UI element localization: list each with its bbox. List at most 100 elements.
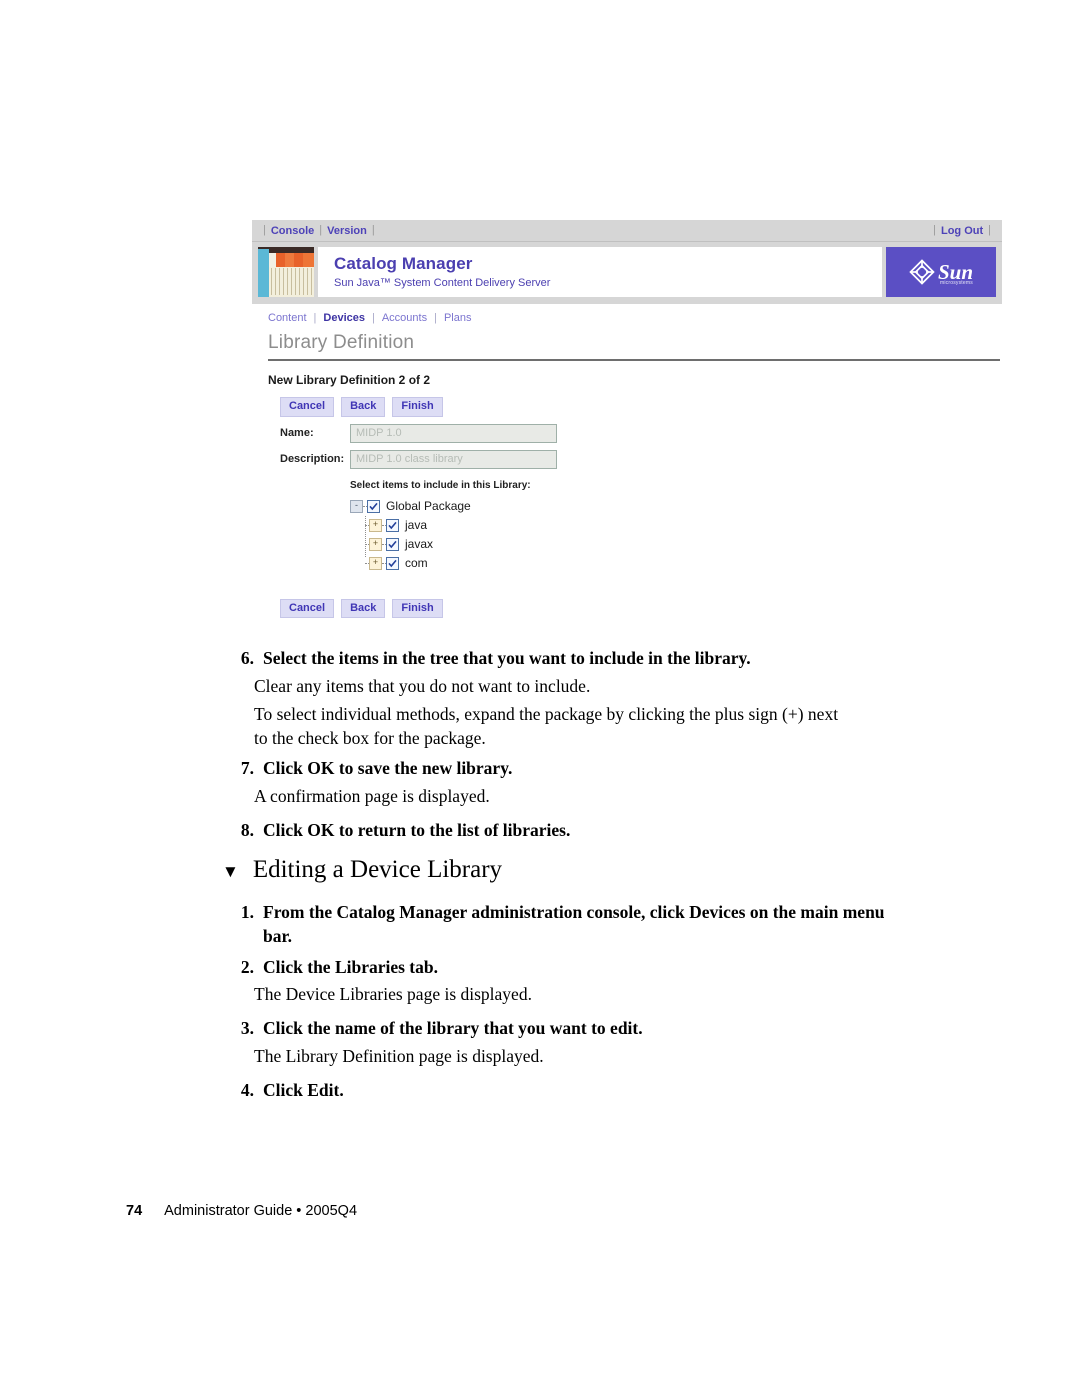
tree-label-global-package: Global Package bbox=[386, 499, 471, 514]
console-link[interactable]: Console bbox=[271, 225, 314, 237]
separator-bar: | bbox=[263, 224, 266, 236]
footer-text: Administrator Guide • 2005Q4 bbox=[164, 1203, 358, 1219]
triangle-marker-icon: ▼ bbox=[222, 862, 239, 881]
version-link[interactable]: Version bbox=[327, 225, 367, 237]
name-label: Name: bbox=[280, 427, 314, 440]
back-button-top[interactable]: Back bbox=[341, 397, 386, 417]
step-text-line-1: From the Catalog Manager administration … bbox=[263, 902, 839, 922]
step-7: 7. Click OK to save the new library. bbox=[224, 756, 924, 780]
separator-bar: | bbox=[313, 312, 317, 324]
menu-item-accounts[interactable]: Accounts bbox=[382, 312, 427, 324]
separator-bar: | bbox=[933, 224, 936, 236]
step-number: 1. bbox=[240, 902, 254, 922]
step-text: Click OK to save the new library. bbox=[263, 758, 513, 778]
app-top-bar: | Console | Version | | Log Out | bbox=[252, 220, 1002, 242]
step-4: 4. Click Edit. bbox=[224, 1078, 924, 1102]
tree-item-javax[interactable]: + javax bbox=[350, 535, 1002, 554]
step-text: From the Catalog Manager administration … bbox=[263, 900, 914, 948]
check-icon bbox=[388, 559, 397, 567]
menu-item-plans[interactable]: Plans bbox=[444, 312, 472, 324]
expand-toggle-icon[interactable]: + bbox=[369, 556, 382, 570]
checkbox-global-package[interactable] bbox=[367, 499, 380, 513]
step-8: 8. Click OK to return to the list of lib… bbox=[224, 818, 924, 842]
tree-label-java: java bbox=[405, 518, 428, 533]
tree-instruction-label: Select items to include in this Library: bbox=[350, 479, 531, 491]
sun-microsystems-text: microsystems bbox=[939, 279, 973, 286]
tree-item-java[interactable]: + java bbox=[350, 516, 1002, 535]
page-footer: 74 Administrator Guide • 2005Q4 bbox=[126, 1203, 357, 1219]
step-number: 8. bbox=[240, 820, 254, 840]
tree-label-javax: javax bbox=[405, 537, 434, 552]
description-field-row: Description: bbox=[252, 449, 1002, 469]
step-number: 4. bbox=[240, 1080, 254, 1100]
step-7-note: A confirmation page is displayed. bbox=[254, 786, 490, 806]
top-bar-right-links: | Log Out | bbox=[928, 225, 996, 237]
checkbox-java[interactable] bbox=[386, 518, 399, 532]
step-2-note: The Device Libraries page is displayed. bbox=[254, 984, 532, 1004]
main-menu-bar: Content | Devices | Accounts | Plans bbox=[252, 304, 1002, 330]
sun-logo-panel: Sun microsystems bbox=[886, 247, 996, 297]
top-bar-left-links: | Console | Version | bbox=[258, 225, 380, 237]
collapse-toggle-icon[interactable]: - bbox=[350, 499, 363, 513]
separator-bar: | bbox=[988, 224, 991, 236]
check-icon bbox=[369, 502, 378, 510]
menu-item-devices[interactable]: Devices bbox=[323, 312, 365, 324]
wizard-buttons-top: Cancel Back Finish bbox=[252, 397, 1002, 417]
step-number: 7. bbox=[240, 758, 254, 778]
step-text: Click OK to return to the list of librar… bbox=[263, 820, 571, 840]
sun-diamond-icon bbox=[909, 259, 935, 285]
step-6-note-2-line-1: To select individual methods, expand the… bbox=[254, 704, 839, 724]
description-label: Description: bbox=[280, 453, 345, 466]
step-text: Click the name of the library that you w… bbox=[263, 1018, 643, 1038]
name-input[interactable] bbox=[350, 423, 557, 443]
page-title-area: Library Definition bbox=[252, 330, 1002, 354]
finish-button-bottom[interactable]: Finish bbox=[392, 598, 443, 619]
cancel-button-top[interactable]: Cancel bbox=[280, 397, 335, 417]
step-text: Click Edit. bbox=[263, 1080, 344, 1100]
log-out-link[interactable]: Log Out bbox=[941, 225, 983, 237]
step-number: 3. bbox=[240, 1018, 254, 1038]
expand-toggle-icon[interactable]: + bbox=[369, 537, 382, 551]
books-image bbox=[258, 247, 314, 297]
back-button-bottom[interactable]: Back bbox=[341, 598, 386, 619]
expand-toggle-icon[interactable]: + bbox=[369, 518, 382, 532]
checkbox-com[interactable] bbox=[386, 556, 399, 570]
step-6-note-2-line-2: to the check box for the package. bbox=[254, 728, 486, 748]
package-tree: - Global Package + java + javax + com bbox=[252, 497, 1002, 573]
brand-title-box: Catalog Manager Sun Java™ System Content… bbox=[318, 247, 882, 297]
finish-button-top[interactable]: Finish bbox=[392, 397, 443, 417]
step-2: 2. Click the Libraries tab. bbox=[224, 955, 924, 979]
sun-wordmark: Sun microsystems bbox=[938, 261, 973, 286]
step-text: Select the items in the tree that you wa… bbox=[263, 648, 751, 668]
menu-item-content[interactable]: Content bbox=[268, 312, 307, 324]
check-icon bbox=[388, 540, 397, 548]
separator-bar: | bbox=[434, 312, 437, 324]
brand-banner: Catalog Manager Sun Java™ System Content… bbox=[252, 242, 1002, 304]
description-input[interactable] bbox=[350, 449, 557, 469]
tree-item-com[interactable]: + com bbox=[350, 554, 1002, 573]
section-heading-text: Editing a Device Library bbox=[252, 856, 503, 883]
check-icon bbox=[388, 521, 397, 529]
page-number: 74 bbox=[126, 1203, 143, 1219]
tree-label-com: com bbox=[405, 556, 428, 571]
step-3: 3. Click the name of the library that yo… bbox=[224, 1016, 924, 1040]
tree-item-global-package[interactable]: - Global Package bbox=[350, 497, 1002, 516]
app-title: Catalog Manager bbox=[334, 254, 473, 273]
step-number: 2. bbox=[240, 957, 254, 977]
step-1: 1. From the Catalog Manager administrati… bbox=[224, 900, 914, 948]
step-6: 6. Select the items in the tree that you… bbox=[224, 646, 924, 670]
application-screenshot: | Console | Version | | Log Out | Catalo… bbox=[252, 220, 1002, 626]
app-subtitle: Sun Java™ System Content Delivery Server bbox=[334, 276, 551, 289]
checkbox-javax[interactable] bbox=[386, 537, 399, 551]
step-3-note: The Library Definition page is displayed… bbox=[254, 1046, 544, 1066]
step-6-note-1: Clear any items that you do not want to … bbox=[254, 676, 591, 696]
cancel-button-bottom[interactable]: Cancel bbox=[280, 598, 335, 619]
wizard-buttons-bottom: Cancel Back Finish bbox=[252, 598, 1002, 619]
separator-bar: | bbox=[371, 312, 375, 324]
step-text: Click the Libraries tab. bbox=[263, 957, 438, 977]
step-number: 6. bbox=[240, 648, 254, 668]
wizard-step-title: New Library Definition 2 of 2 bbox=[268, 373, 431, 387]
name-field-row: Name: bbox=[252, 423, 1002, 443]
separator-bar: | bbox=[319, 224, 323, 236]
section-heading: ▼ Editing a Device Library bbox=[222, 856, 502, 884]
